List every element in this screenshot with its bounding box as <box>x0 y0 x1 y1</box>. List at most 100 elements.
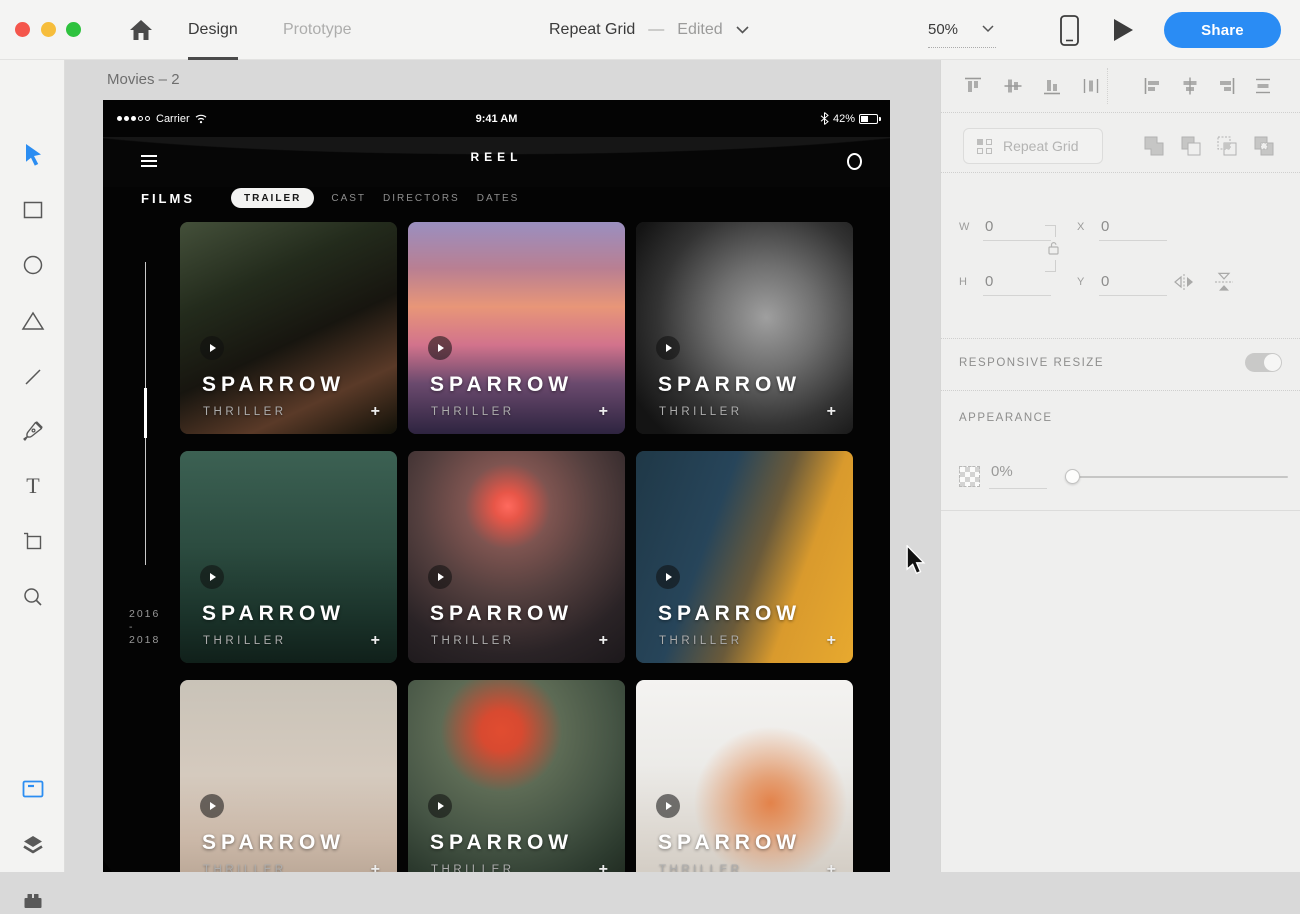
screens-panel-icon[interactable] <box>20 776 46 802</box>
add-icon[interactable]: + <box>827 403 836 421</box>
app-title: REEL <box>103 150 890 164</box>
battery-icon <box>859 114 878 124</box>
add-icon[interactable]: + <box>827 861 836 872</box>
layers-panel-icon[interactable] <box>20 832 46 858</box>
add-icon[interactable]: + <box>599 403 608 421</box>
play-icon[interactable] <box>656 336 680 360</box>
movie-card[interactable]: SPARROW THRILLER+ <box>408 680 625 872</box>
document-title-group[interactable]: Repeat Grid — Edited <box>549 0 749 60</box>
distribute-horizontal-icon[interactable] <box>1081 76 1101 96</box>
opacity-slider-knob[interactable] <box>1065 469 1080 484</box>
align-center-icon[interactable] <box>1180 76 1200 96</box>
card-genre: THRILLER <box>431 864 515 872</box>
x-underline <box>1099 240 1167 241</box>
play-icon[interactable] <box>428 565 452 589</box>
zoom-window-button[interactable] <box>66 22 81 37</box>
play-icon[interactable] <box>200 336 224 360</box>
add-icon[interactable]: + <box>371 632 380 650</box>
add-icon[interactable]: + <box>599 632 608 650</box>
align-left-icon[interactable] <box>1143 76 1163 96</box>
device-preview-icon[interactable] <box>1060 15 1079 46</box>
design-canvas[interactable]: Movies – 2 Carrier 9:41 AM 42% REEL FILM… <box>65 60 940 872</box>
repeat-grid-button[interactable]: Repeat Grid <box>963 128 1103 164</box>
artboard-movies-2[interactable]: Carrier 9:41 AM 42% REEL FILMS TRAILER C… <box>103 100 890 872</box>
filter-trailer[interactable]: TRAILER <box>231 188 314 208</box>
flip-vertical-icon[interactable] <box>1213 272 1235 292</box>
distribute-vertical-icon[interactable] <box>1253 76 1273 96</box>
boolean-subtract-icon[interactable] <box>1180 135 1202 157</box>
tab-prototype[interactable]: Prototype <box>283 0 351 60</box>
toggle-knob <box>1264 354 1281 371</box>
movie-card[interactable]: SPARROW THRILLER+ <box>180 680 397 872</box>
movie-card-grid: SPARROW THRILLER+ SPARROW THRILLER+ SPAR… <box>180 222 855 872</box>
divider <box>1107 68 1108 104</box>
movie-card[interactable]: SPARROW THRILLER+ <box>180 222 397 434</box>
align-middle-icon[interactable] <box>1003 76 1023 96</box>
artboard-title[interactable]: Movies – 2 <box>107 71 180 88</box>
ellipse-tool[interactable] <box>20 252 46 278</box>
play-preview-icon[interactable] <box>1114 19 1133 41</box>
play-icon[interactable] <box>656 565 680 589</box>
home-icon[interactable] <box>128 17 154 43</box>
zoom-tool[interactable] <box>20 584 46 610</box>
boolean-exclude-icon[interactable] <box>1253 135 1275 157</box>
rectangle-tool[interactable] <box>20 197 46 223</box>
minimize-window-button[interactable] <box>41 22 56 37</box>
play-icon[interactable] <box>428 794 452 818</box>
close-window-button[interactable] <box>15 22 30 37</box>
add-icon[interactable]: + <box>599 861 608 872</box>
x-field[interactable]: 0 <box>1101 218 1109 235</box>
timeline-thumb[interactable] <box>144 388 147 438</box>
assets-panel-icon[interactable] <box>20 888 46 914</box>
movie-card[interactable]: SPARROW THRILLER+ <box>180 451 397 663</box>
add-icon[interactable]: + <box>371 403 380 421</box>
filter-directors[interactable]: DIRECTORS <box>383 193 460 204</box>
select-tool[interactable] <box>20 142 46 168</box>
responsive-resize-toggle[interactable] <box>1245 353 1282 372</box>
align-top-icon[interactable] <box>963 76 983 96</box>
movie-card[interactable]: SPARROW THRILLER+ <box>636 451 853 663</box>
tab-design[interactable]: Design <box>188 0 238 60</box>
card-genre: THRILLER <box>203 864 287 872</box>
boolean-intersect-icon[interactable] <box>1216 135 1238 157</box>
movie-card[interactable]: SPARROW THRILLER+ <box>636 222 853 434</box>
movie-card[interactable]: SPARROW THRILLER+ <box>408 222 625 434</box>
opacity-value[interactable]: 0% <box>991 463 1013 480</box>
chevron-down-icon <box>982 25 994 33</box>
artboard-tool[interactable] <box>20 528 46 554</box>
lock-aspect-icon[interactable] <box>1047 241 1060 255</box>
boolean-add-icon[interactable] <box>1143 135 1165 157</box>
add-icon[interactable]: + <box>371 861 380 872</box>
align-bottom-icon[interactable] <box>1042 76 1062 96</box>
divider <box>941 112 1300 113</box>
play-icon[interactable] <box>428 336 452 360</box>
movie-card[interactable]: SPARROW THRILLER+ <box>408 451 625 663</box>
timeline-end-year: 2018 <box>129 634 160 647</box>
opacity-slider-track[interactable] <box>1068 476 1288 478</box>
profile-icon[interactable] <box>847 153 862 170</box>
line-tool[interactable] <box>20 364 46 390</box>
filter-dates[interactable]: DATES <box>477 193 520 204</box>
flip-horizontal-icon[interactable] <box>1173 272 1195 292</box>
share-button[interactable]: Share <box>1164 12 1281 48</box>
polygon-tool[interactable] <box>20 308 46 334</box>
zoom-level-control[interactable]: 50% <box>928 0 994 60</box>
document-title: Repeat Grid <box>549 21 635 39</box>
text-tool[interactable]: T <box>20 473 46 499</box>
battery-percent: 42% <box>833 113 855 125</box>
zoom-level-value: 50% <box>928 21 958 38</box>
filter-cast[interactable]: CAST <box>331 193 366 204</box>
card-title: SPARROW <box>658 602 801 626</box>
document-state: Edited <box>677 21 722 39</box>
y-field[interactable]: 0 <box>1101 273 1109 290</box>
align-right-icon[interactable] <box>1216 76 1236 96</box>
divider <box>941 172 1300 173</box>
play-icon[interactable] <box>200 565 224 589</box>
movie-card[interactable]: SPARROW THRILLER+ <box>636 680 853 872</box>
play-icon[interactable] <box>200 794 224 818</box>
pen-tool[interactable] <box>20 418 46 444</box>
add-icon[interactable]: + <box>827 632 836 650</box>
play-icon[interactable] <box>656 794 680 818</box>
height-field[interactable]: 0 <box>985 273 993 290</box>
width-field[interactable]: 0 <box>985 218 993 235</box>
